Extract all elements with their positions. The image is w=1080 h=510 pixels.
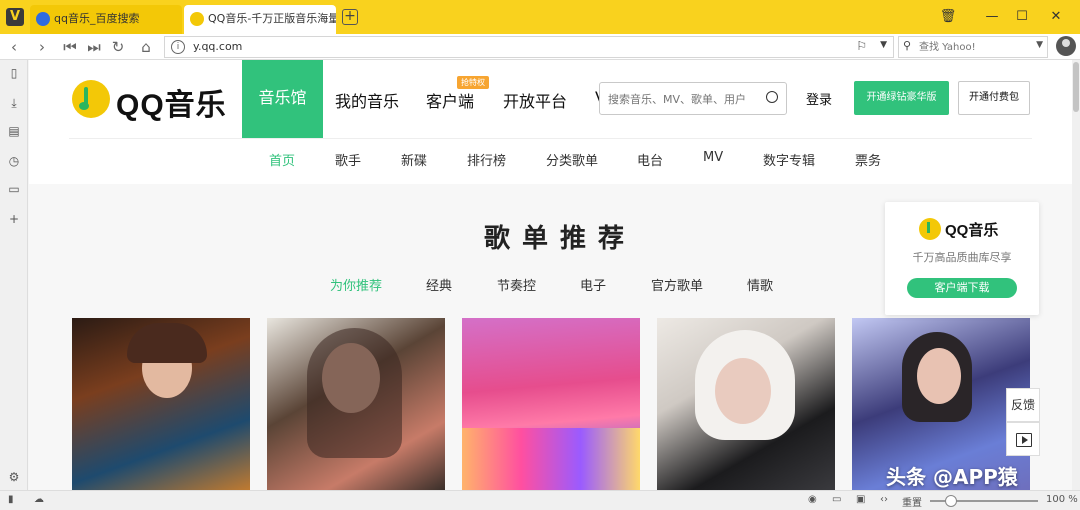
bookmark-icon[interactable]: ⚐ — [856, 39, 867, 53]
client-download-button[interactable]: 客户端下载 — [907, 278, 1017, 298]
nav-music-hall[interactable]: 音乐馆 — [242, 60, 323, 138]
vivaldi-logo-icon[interactable]: V — [6, 8, 24, 26]
promo-brand: QQ音乐 — [945, 222, 999, 239]
login-link[interactable]: 登录 — [806, 89, 832, 108]
home-icon[interactable]: ⌂ — [136, 36, 156, 58]
subnav-radio[interactable]: 电台 — [637, 150, 663, 169]
chevron-down-icon[interactable]: ▼ — [1036, 40, 1043, 50]
address-bar: ‹ › ⏮ ⏭ ↻ ⌂ i y.qq.com ⚐ ▼ ⚲ ▼ — [0, 34, 1080, 60]
playlist-cover[interactable] — [72, 318, 250, 490]
client-download-promo: QQ音乐 千万高品质曲库尽享 客户端下载 — [885, 202, 1039, 315]
url-field[interactable]: i y.qq.com ⚐ ▼ — [164, 36, 894, 58]
web-page: QQ音乐 音乐馆 我的音乐 客户端 抢特权 开放平台 V 登录 开通绿钻豪华版 … — [29, 60, 1072, 490]
search-icon[interactable] — [766, 91, 778, 103]
bookmarks-icon[interactable]: ▯ — [7, 66, 21, 80]
window-panel-icon[interactable]: ▭ — [7, 182, 21, 196]
cover-portrait — [715, 358, 771, 424]
minimize-button[interactable]: — — [980, 6, 1004, 28]
site-brand[interactable]: QQ音乐 — [116, 80, 227, 124]
watermark: 头条 @APP猿 — [886, 465, 1018, 489]
cover-road — [462, 428, 640, 490]
trash-icon[interactable]: 🗑 — [936, 6, 960, 28]
open-paid-package-button[interactable]: 开通付费包 — [958, 81, 1030, 115]
page-scrollbar[interactable] — [1072, 60, 1080, 490]
status-bar: ▮ ☁ ◉ ▭ ▣ ‹› 重置 100 % — [0, 490, 1080, 510]
site-search-input[interactable] — [608, 90, 758, 108]
image-icon[interactable]: ▣ — [856, 494, 865, 505]
site-header: QQ音乐 音乐馆 我的音乐 客户端 抢特权 开放平台 V 登录 开通绿钻豪华版 … — [29, 60, 1072, 184]
scrollbar-thumb[interactable] — [1073, 62, 1079, 112]
tile-icon[interactable]: ▭ — [832, 494, 841, 505]
category-recommended[interactable]: 为你推荐 — [330, 275, 382, 294]
category-love-songs[interactable]: 情歌 — [747, 275, 773, 294]
close-button[interactable]: ✕ — [1044, 6, 1068, 28]
forward-icon[interactable]: › — [32, 36, 52, 58]
site-search-box[interactable] — [599, 82, 787, 115]
qq-music-favicon-icon — [190, 12, 204, 26]
zoom-level: 100 % — [1046, 494, 1078, 505]
notes-icon[interactable]: ▤ — [7, 124, 21, 138]
header-divider — [69, 138, 1032, 139]
category-electronic[interactable]: 电子 — [580, 275, 606, 294]
nav-my-music[interactable]: 我的音乐 — [335, 88, 399, 112]
zoom-slider-knob[interactable] — [945, 495, 957, 507]
add-panel-icon[interactable]: + — [7, 212, 21, 226]
browser-search-input[interactable] — [919, 39, 1029, 55]
camera-icon[interactable]: ◉ — [808, 494, 817, 505]
browser-search-field[interactable]: ⚲ ▼ — [898, 36, 1048, 58]
fast-forward-icon[interactable]: ⏭ — [84, 36, 104, 58]
new-tab-button[interactable]: + — [342, 9, 358, 25]
tab-label: qq音乐_百度搜索 — [54, 12, 140, 25]
title-bar: V qq音乐_百度搜索 QQ音乐-千万正版音乐海量 + 🗑 — ☐ ✕ — [0, 0, 1080, 34]
category-classic[interactable]: 经典 — [426, 275, 452, 294]
baidu-paw-icon — [36, 12, 50, 26]
playlist-cover[interactable] — [462, 318, 640, 490]
playlist-cover[interactable] — [267, 318, 445, 490]
tab-baidu-search[interactable]: qq音乐_百度搜索 — [30, 5, 182, 34]
browser-side-panel: ▯ ⤓ ▤ ◷ ▭ + ⚙ — [0, 60, 28, 490]
category-official-playlists[interactable]: 官方歌单 — [651, 275, 703, 294]
history-icon[interactable]: ◷ — [7, 154, 21, 168]
rewind-icon[interactable]: ⏮ — [60, 36, 80, 58]
cloud-sync-icon[interactable]: ☁ — [34, 494, 44, 505]
cover-hair — [127, 323, 207, 363]
chevron-down-icon[interactable]: ▼ — [880, 40, 887, 50]
subnav-charts[interactable]: 排行榜 — [467, 150, 506, 169]
subnav-singers[interactable]: 歌手 — [335, 150, 361, 169]
qq-music-logo-icon[interactable] — [72, 80, 110, 118]
subnav-playlists[interactable]: 分类歌单 — [546, 150, 598, 169]
feedback-button[interactable]: 反馈 — [1006, 388, 1040, 422]
subnav-home[interactable]: 首页 — [269, 150, 295, 169]
playlist-cover[interactable] — [657, 318, 835, 490]
open-vip-button[interactable]: 开通绿钻豪华版 — [854, 81, 949, 115]
url-text: y.qq.com — [193, 40, 243, 53]
reload-icon[interactable]: ↻ — [108, 36, 128, 58]
category-rhythm[interactable]: 节奏控 — [497, 275, 536, 294]
back-icon[interactable]: ‹ — [4, 36, 24, 58]
subnav-new-albums[interactable]: 新碟 — [401, 150, 427, 169]
qq-music-logo-icon — [919, 218, 941, 240]
zoom-reset-label[interactable]: 重置 — [902, 494, 922, 509]
code-icon[interactable]: ‹› — [880, 494, 888, 505]
panel-toggle-icon[interactable]: ▮ — [8, 494, 14, 505]
section-title: 歌单推荐 — [484, 224, 637, 254]
search-icon: ⚲ — [903, 39, 912, 52]
settings-gear-icon[interactable]: ⚙ — [7, 470, 21, 484]
nav-open-platform[interactable]: 开放平台 — [503, 88, 567, 112]
tab-label: QQ音乐-千万正版音乐海量 — [208, 12, 336, 25]
nav-client[interactable]: 客户端 — [426, 88, 474, 112]
promo-tagline: 千万高品质曲库尽享 — [912, 251, 1012, 264]
subnav-digital-albums[interactable]: 数字专辑 — [763, 150, 815, 169]
maximize-button[interactable]: ☐ — [1010, 6, 1034, 28]
client-badge: 抢特权 — [457, 76, 489, 89]
player-icon[interactable] — [1006, 422, 1040, 456]
cover-portrait — [917, 348, 961, 404]
subnav-mv[interactable]: MV — [703, 150, 723, 165]
cover-hair — [307, 328, 402, 458]
subnav-tickets[interactable]: 票务 — [855, 150, 881, 169]
profile-avatar-icon[interactable] — [1056, 36, 1076, 56]
tab-qq-music[interactable]: QQ音乐-千万正版音乐海量 — [184, 5, 336, 34]
download-icon[interactable]: ⤓ — [7, 96, 21, 110]
site-info-icon[interactable]: i — [171, 40, 185, 54]
